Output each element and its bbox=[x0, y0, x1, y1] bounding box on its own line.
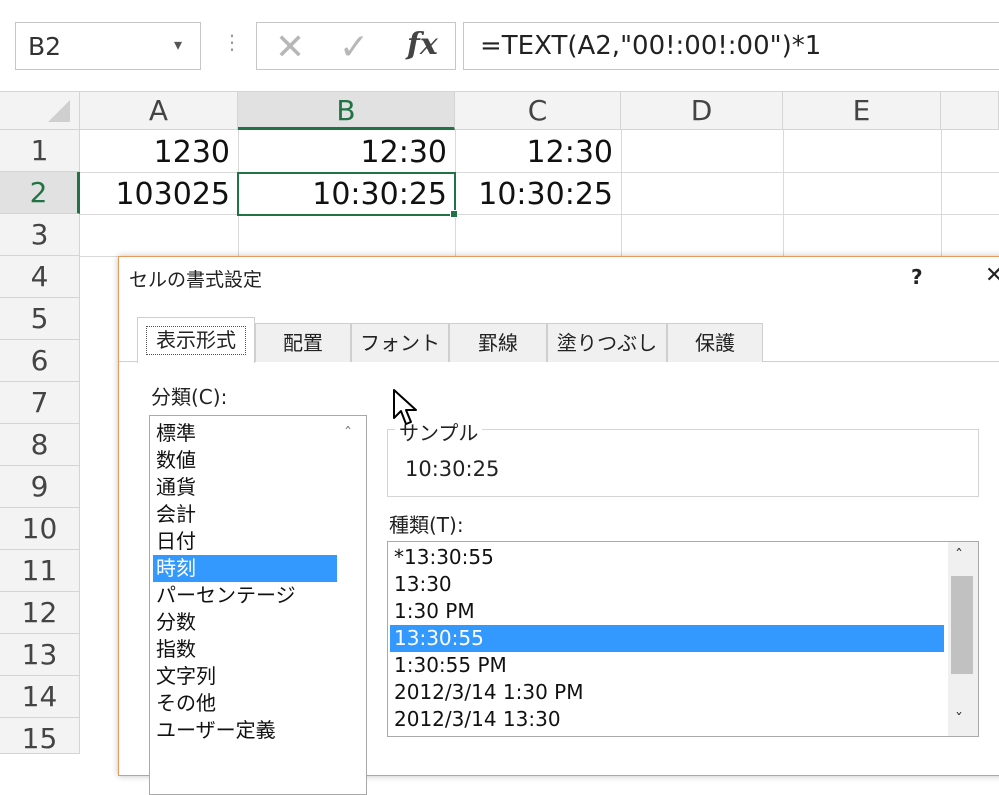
mouse-pointer-icon bbox=[393, 389, 417, 425]
row-header-2[interactable]: 2 bbox=[0, 172, 80, 214]
row-header-11[interactable]: 11 bbox=[0, 550, 80, 592]
cell-selection bbox=[237, 172, 456, 216]
row-header-13[interactable]: 13 bbox=[0, 634, 80, 676]
formula-input[interactable]: =TEXT(A2,"00!:00!:00")*1 bbox=[463, 22, 999, 70]
close-icon[interactable]: ✕ bbox=[985, 263, 999, 288]
insert-function-icon[interactable]: fx bbox=[407, 27, 438, 62]
row-header-1[interactable]: 1 bbox=[0, 130, 80, 172]
row-header-10[interactable]: 10 bbox=[0, 508, 80, 550]
category-time[interactable]: 時刻 bbox=[153, 555, 337, 582]
column-header-e[interactable]: E bbox=[783, 92, 941, 130]
scroll-thumb[interactable] bbox=[951, 576, 973, 674]
cell-c1[interactable]: 12:30 bbox=[455, 132, 621, 174]
column-header-c[interactable]: C bbox=[455, 92, 621, 130]
type-item[interactable]: 2012/3/14 1:30 PM bbox=[394, 679, 584, 706]
column-header-b[interactable]: B bbox=[238, 92, 455, 130]
category-accounting[interactable]: 会計 bbox=[156, 501, 196, 528]
select-all-icon bbox=[48, 100, 70, 122]
category-custom[interactable]: ユーザー定義 bbox=[156, 717, 276, 744]
type-scrollbar[interactable]: ˆ ˇ bbox=[948, 542, 978, 736]
category-label: 分類(C): bbox=[151, 385, 228, 409]
type-item[interactable]: 1:30 PM bbox=[394, 598, 475, 625]
category-date[interactable]: 日付 bbox=[156, 528, 196, 555]
scroll-up-icon[interactable]: ˆ bbox=[955, 546, 963, 565]
type-item[interactable]: 1:30:55 PM bbox=[394, 652, 507, 679]
row-header-6[interactable]: 6 bbox=[0, 340, 80, 382]
tab-font[interactable]: フォント bbox=[351, 323, 449, 362]
category-list[interactable]: 標準 数値 通貨 会計 日付 時刻 パーセンテージ 分数 指数 文字列 その他 … bbox=[149, 415, 367, 795]
focus-ring bbox=[146, 326, 246, 355]
formula-bar: B2 ▾ ⋮ ✕ ✓ fx =TEXT(A2,"00!:00!:00")*1 bbox=[0, 0, 999, 92]
chevron-down-icon[interactable]: ▾ bbox=[174, 35, 182, 54]
format-cells-dialog: セルの書式設定 ? ✕ 表示形式 配置 フォント 罫線 塗りつぶし 保護 分類(… bbox=[118, 256, 999, 795]
category-percentage[interactable]: パーセンテージ bbox=[156, 582, 296, 609]
type-label: 種類(T): bbox=[389, 513, 464, 537]
row-header-14[interactable]: 14 bbox=[0, 676, 80, 718]
scroll-down-icon[interactable]: ˇ bbox=[955, 710, 963, 729]
row-header-12[interactable]: 12 bbox=[0, 592, 80, 634]
name-box[interactable]: B2 ▾ bbox=[15, 22, 201, 70]
row-header-7[interactable]: 7 bbox=[0, 382, 80, 424]
category-currency[interactable]: 通貨 bbox=[156, 474, 196, 501]
tab-fill[interactable]: 塗りつぶし bbox=[547, 323, 667, 362]
cell-a1[interactable]: 1230 bbox=[80, 132, 238, 174]
cell-a2[interactable]: 103025 bbox=[80, 174, 238, 216]
category-text[interactable]: 文字列 bbox=[156, 663, 216, 690]
type-item[interactable]: 13:30 bbox=[394, 571, 452, 598]
type-item[interactable]: *13:30:55 bbox=[394, 544, 494, 571]
formula-buttons: ✕ ✓ fx bbox=[256, 22, 456, 70]
select-all-button[interactable] bbox=[0, 92, 80, 130]
name-box-value: B2 bbox=[28, 32, 62, 61]
enter-icon[interactable]: ✓ bbox=[339, 27, 369, 68]
row-header-9[interactable]: 9 bbox=[0, 466, 80, 508]
category-special[interactable]: その他 bbox=[156, 690, 216, 717]
category-number[interactable]: 数値 bbox=[156, 447, 196, 474]
tab-alignment[interactable]: 配置 bbox=[255, 323, 351, 362]
row-header-4[interactable]: 4 bbox=[0, 256, 80, 298]
category-general[interactable]: 標準 bbox=[156, 420, 196, 447]
column-header-f[interactable] bbox=[941, 92, 999, 130]
type-item[interactable]: 2012/3/14 13:30 bbox=[394, 706, 561, 733]
cell-c2[interactable]: 10:30:25 bbox=[455, 174, 621, 216]
category-scientific[interactable]: 指数 bbox=[156, 636, 196, 663]
row-header-3[interactable]: 3 bbox=[0, 214, 80, 256]
tab-number[interactable]: 表示形式 bbox=[137, 317, 255, 363]
help-button[interactable]: ? bbox=[911, 265, 923, 289]
row-header-5[interactable]: 5 bbox=[0, 298, 80, 340]
row-header-15[interactable]: 15 bbox=[0, 718, 80, 755]
sample-value: 10:30:25 bbox=[405, 457, 500, 481]
row-header-8[interactable]: 8 bbox=[0, 424, 80, 466]
column-header-d[interactable]: D bbox=[621, 92, 783, 130]
drag-handle-icon[interactable]: ⋮ bbox=[222, 30, 242, 54]
cancel-icon[interactable]: ✕ bbox=[275, 27, 305, 68]
type-item-selected[interactable]: 13:30:55 bbox=[390, 625, 944, 652]
type-list[interactable]: *13:30:55 13:30 1:30 PM 13:30:55 1:30:55… bbox=[387, 541, 979, 737]
cell-b1[interactable]: 12:30 bbox=[238, 132, 455, 174]
scroll-up-icon[interactable]: ˆ bbox=[344, 424, 352, 443]
tab-protection[interactable]: 保護 bbox=[667, 323, 763, 362]
dialog-title: セルの書式設定 bbox=[129, 269, 263, 291]
fill-handle[interactable] bbox=[450, 210, 458, 218]
tab-border[interactable]: 罫線 bbox=[449, 323, 547, 362]
category-fraction[interactable]: 分数 bbox=[156, 609, 196, 636]
column-header-a[interactable]: A bbox=[80, 92, 238, 130]
formula-text: =TEXT(A2,"00!:00!:00")*1 bbox=[480, 31, 822, 61]
